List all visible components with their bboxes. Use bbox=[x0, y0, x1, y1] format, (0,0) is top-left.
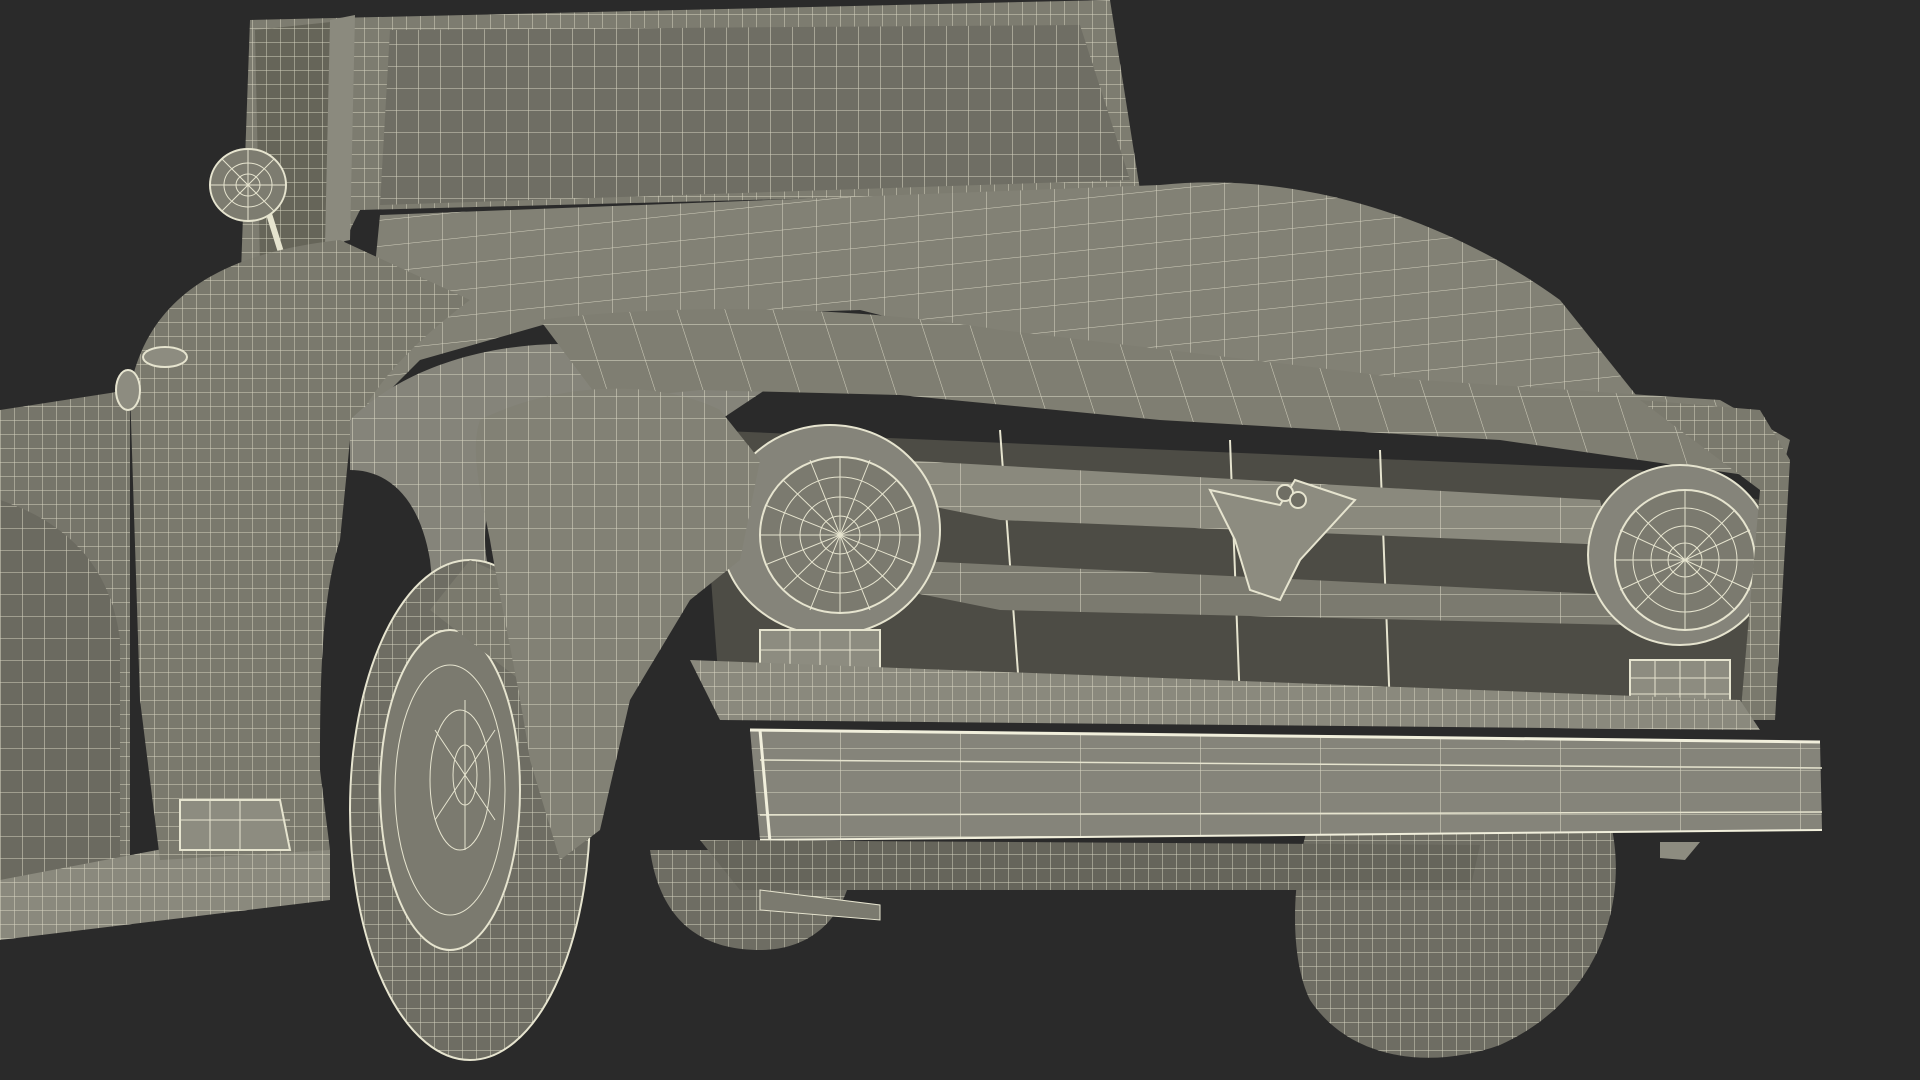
truck-wireframe-render bbox=[0, 0, 1823, 1061]
render-viewport bbox=[0, 0, 1920, 1080]
front-bumper bbox=[749, 728, 1823, 860]
running-board-step bbox=[179, 799, 292, 851]
